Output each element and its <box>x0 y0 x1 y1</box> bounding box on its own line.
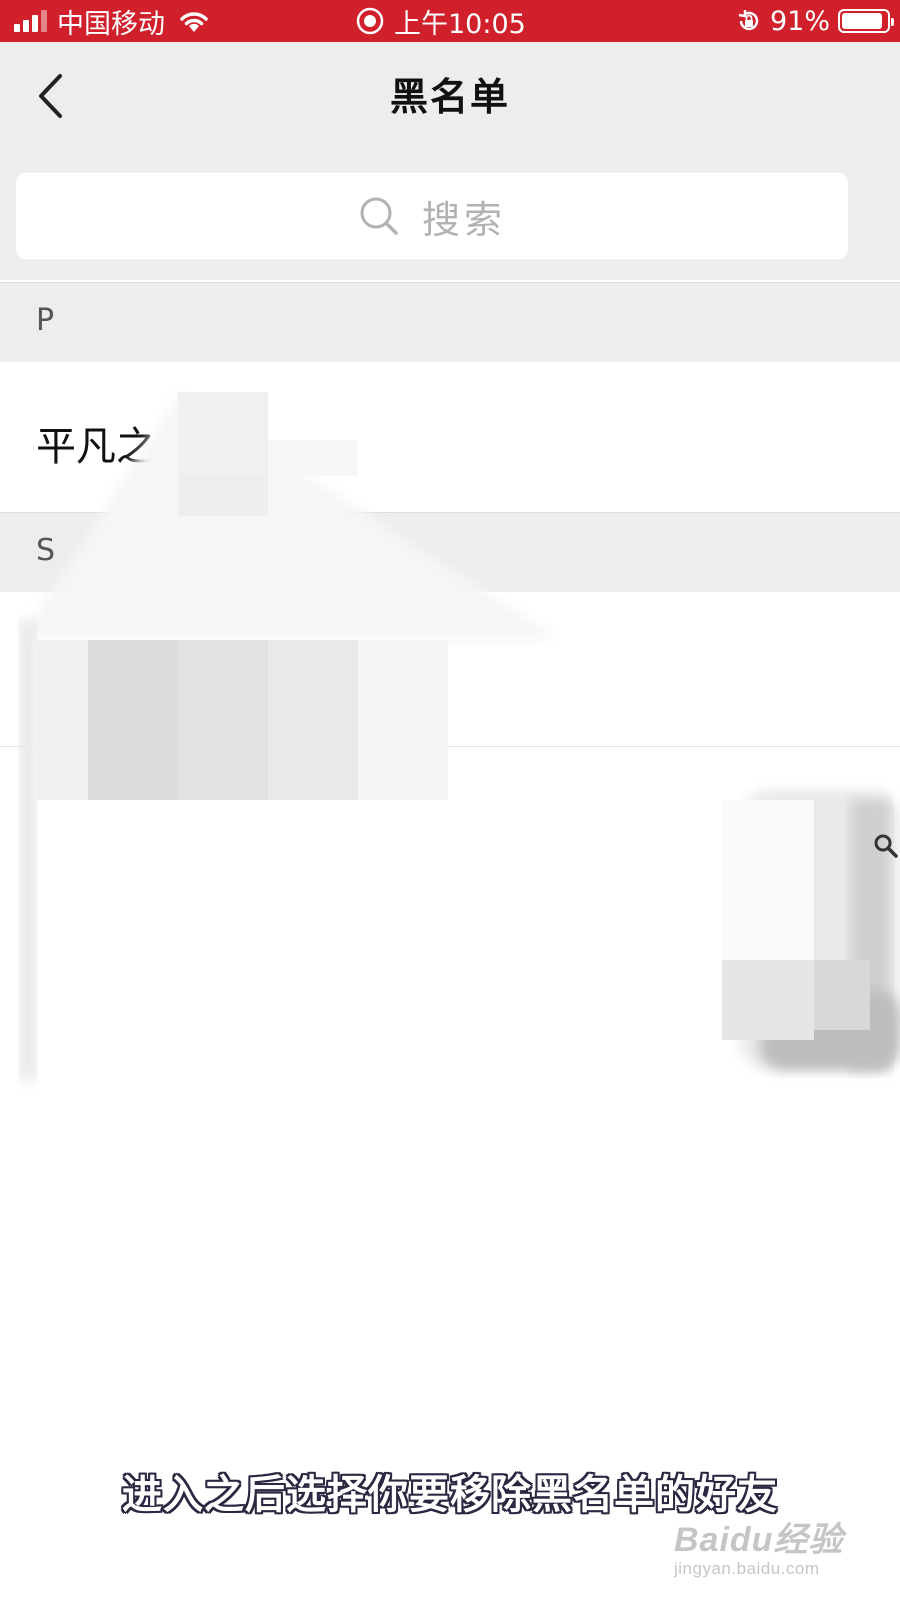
wifi-icon <box>177 8 211 34</box>
carrier-label: 中国移动 <box>57 8 165 40</box>
section-letter: P <box>36 303 55 338</box>
screen-record-icon <box>356 7 384 35</box>
contact-name: 平凡之 <box>36 424 156 470</box>
list-item[interactable] <box>0 594 900 744</box>
watermark-url: jingyan.baidu.com <box>674 1559 820 1578</box>
battery-fill <box>842 13 883 29</box>
search-icon <box>360 197 398 235</box>
page-title: 黑名单 <box>389 75 510 119</box>
battery-percent: 91% <box>769 5 830 37</box>
list-item[interactable]: 平凡之 <box>0 362 900 512</box>
status-left: 中国移动 <box>14 0 211 42</box>
section-header-s: S <box>0 512 900 592</box>
signal-icon <box>14 10 47 32</box>
rotation-lock-icon <box>736 8 762 34</box>
status-time: 上午10:05 <box>394 8 526 40</box>
battery-icon <box>838 9 894 33</box>
baidu-watermark: Baidu经验 jingyan.baidu.com <box>674 1512 854 1579</box>
status-bar: 中国移动 上午10:05 91% <box>0 0 900 42</box>
watermark-brand: Baidu经验 <box>674 1521 844 1559</box>
search-placeholder: 搜索 <box>421 197 506 242</box>
section-header-p: P <box>0 282 900 362</box>
status-center: 上午10:05 <box>356 0 526 42</box>
section-letter: S <box>36 533 56 568</box>
search-icon <box>872 832 900 860</box>
search-input[interactable]: 搜索 <box>16 173 848 259</box>
status-right: 91% <box>736 0 894 42</box>
divider <box>0 746 900 747</box>
